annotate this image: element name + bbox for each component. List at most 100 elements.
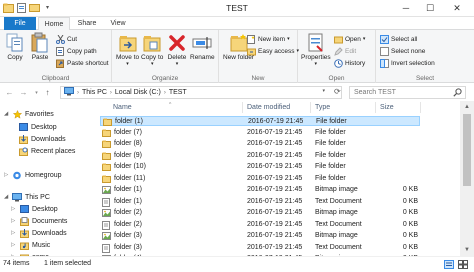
- address-bar[interactable]: › This PC › Local Disk (C:) › TEST ▾: [60, 86, 342, 99]
- scrollbar-thumb[interactable]: [463, 114, 471, 186]
- collapse-icon[interactable]: ◢: [4, 111, 9, 117]
- expand-icon[interactable]: ▷: [11, 206, 16, 212]
- scroll-up-icon[interactable]: ▲: [460, 101, 474, 113]
- column-header-name[interactable]: Name: [113, 101, 132, 114]
- close-button[interactable]: ✕: [442, 0, 472, 16]
- tab-file[interactable]: File: [4, 17, 36, 30]
- copy-to-icon: [142, 32, 162, 53]
- organize-group: Move to ▾ Copy to ▾ Delete ▾ Rename Orga…: [112, 30, 219, 83]
- select-all-button[interactable]: Select all: [380, 34, 417, 44]
- up-arrow-icon[interactable]: ↑: [42, 87, 53, 98]
- nav-favorites[interactable]: ◢ Favorites: [4, 109, 54, 119]
- column-divider[interactable]: [420, 102, 421, 113]
- select-group: Select all Select none Invert selection …: [376, 30, 474, 83]
- search-input[interactable]: Search TEST: [349, 86, 466, 99]
- file-date: 2016-07-19 21:45: [247, 174, 303, 182]
- column-header-date[interactable]: Date modified: [247, 101, 290, 114]
- column-divider[interactable]: [310, 102, 311, 113]
- expand-icon[interactable]: ▷: [4, 172, 9, 178]
- minimize-button[interactable]: ─: [394, 0, 418, 16]
- nav-homegroup[interactable]: ▷ Homegroup: [4, 170, 62, 180]
- ribbon: Copy Paste Cut Copy path Paste shortcut: [0, 30, 474, 83]
- breadcrumb-disk[interactable]: Local Disk (C:): [115, 89, 161, 96]
- select-none-button[interactable]: Select none: [380, 46, 425, 56]
- column-divider[interactable]: [242, 102, 243, 113]
- new-item-button[interactable]: New item ▾: [247, 34, 290, 44]
- table-row[interactable]: folder (11) 2016-07-19 21:45 File folder: [100, 174, 420, 184]
- rename-button[interactable]: Rename: [190, 32, 215, 61]
- paste-button[interactable]: Paste: [30, 32, 50, 61]
- column-divider[interactable]: [375, 102, 376, 113]
- file-type: File folder: [315, 140, 346, 147]
- copy-button[interactable]: Copy: [5, 32, 25, 61]
- file-name: folder (7): [114, 128, 143, 136]
- details-view-icon[interactable]: [444, 260, 454, 269]
- back-arrow-icon[interactable]: ←: [4, 87, 15, 98]
- file-date: 2016-07-19 21:45: [247, 209, 303, 216]
- bitmap-icon: [102, 232, 111, 240]
- nav-music[interactable]: ▷ Music: [11, 240, 50, 250]
- table-row[interactable]: folder (2) 2016-07-19 21:45 Text Document 0…: [100, 220, 420, 230]
- easy-access-button[interactable]: Easy access ▾: [247, 46, 299, 56]
- nav-documents[interactable]: ▷ Documents: [11, 216, 67, 226]
- invert-selection-button[interactable]: Invert selection: [380, 58, 435, 68]
- table-row[interactable]: folder (8) 2016-07-19 21:45 File folder: [100, 139, 420, 149]
- column-header-type[interactable]: Type: [315, 101, 330, 114]
- window-controls: ─ ☐ ✕: [394, 0, 472, 16]
- nav-desktop[interactable]: Desktop: [18, 122, 57, 132]
- title-bar: ▾ TEST ─ ☐ ✕: [0, 0, 474, 17]
- table-row[interactable]: folder (1) 2016-07-19 21:45 Bitmap image 0 …: [100, 185, 420, 195]
- table-row[interactable]: folder (3) 2016-07-19 21:45 Text Document 0…: [100, 243, 420, 253]
- paste-shortcut-button[interactable]: Paste shortcut: [56, 58, 109, 68]
- vertical-scrollbar[interactable]: ▲ ▼: [460, 101, 474, 256]
- forward-arrow-icon[interactable]: →: [18, 87, 29, 98]
- breadcrumb-this-pc[interactable]: This PC: [82, 89, 107, 96]
- file-name: folder (3): [114, 243, 143, 251]
- history-button[interactable]: History: [334, 58, 365, 68]
- move-to-button[interactable]: Move to ▾: [116, 32, 139, 68]
- delete-button[interactable]: Delete ▾: [167, 32, 187, 68]
- recent-locations-icon[interactable]: ▾: [31, 87, 42, 98]
- large-icons-view-icon[interactable]: [458, 260, 468, 269]
- table-row[interactable]: folder (1) 2016-07-19 21:45 Text Document 0…: [100, 197, 420, 207]
- breadcrumb-folder[interactable]: TEST: [169, 89, 187, 96]
- table-row[interactable]: folder (1) 2016-07-19 21:45 File folder: [100, 116, 420, 126]
- properties-button[interactable]: Properties ▾: [301, 32, 331, 68]
- address-dropdown-icon[interactable]: ▾: [322, 88, 325, 94]
- open-button[interactable]: Open ▾: [334, 34, 365, 44]
- expand-icon[interactable]: ▷: [11, 218, 16, 224]
- column-header-size[interactable]: Size: [380, 101, 394, 114]
- nav-pc-desktop[interactable]: ▷ Desktop: [11, 204, 58, 214]
- tab-home[interactable]: Home: [38, 17, 70, 31]
- table-row[interactable]: folder (9) 2016-07-19 21:45 File folder: [100, 151, 420, 161]
- nav-pc-downloads[interactable]: ▷ Downloads: [11, 228, 67, 238]
- file-date: 2016-07-19 21:45: [247, 220, 303, 228]
- expand-icon[interactable]: ▷: [11, 230, 16, 236]
- maximize-button[interactable]: ☐: [418, 0, 442, 16]
- edit-button[interactable]: Edit: [334, 46, 356, 56]
- table-row[interactable]: folder (10) 2016-07-19 21:45 File folder: [100, 162, 420, 172]
- properties-dropdown-icon: ▾: [314, 61, 318, 67]
- table-row[interactable]: folder (7) 2016-07-19 21:45 File folder: [100, 128, 420, 138]
- nav-downloads[interactable]: Downloads: [18, 134, 66, 144]
- expand-icon[interactable]: ▷: [11, 242, 16, 248]
- refresh-icon[interactable]: ⟳: [334, 87, 344, 97]
- tab-share[interactable]: Share: [72, 17, 102, 30]
- nav-this-pc[interactable]: ◢ This PC: [4, 192, 50, 202]
- table-row[interactable]: folder (3) 2016-07-19 21:45 Bitmap image 0 …: [100, 231, 420, 241]
- paste-shortcut-icon: [56, 59, 65, 68]
- nav-recent-places[interactable]: Recent places: [18, 146, 75, 156]
- tab-view[interactable]: View: [104, 17, 132, 30]
- copy-path-icon: [56, 46, 65, 56]
- address-row: ← → ▾ ↑ › This PC › Local Disk (C:) › TE…: [0, 84, 474, 101]
- copy-to-button[interactable]: Copy to ▾: [141, 32, 163, 68]
- copy-path-button[interactable]: Copy path: [56, 46, 97, 56]
- scroll-down-icon[interactable]: ▼: [460, 244, 474, 256]
- table-row[interactable]: folder (2) 2016-07-19 21:45 Bitmap image 0 …: [100, 208, 420, 218]
- file-name: folder (1): [114, 197, 143, 205]
- file-type: Text Document: [315, 220, 362, 228]
- cut-button[interactable]: Cut: [56, 34, 77, 44]
- folder-icon: [103, 118, 112, 126]
- new-group-label: New: [251, 75, 265, 82]
- collapse-icon[interactable]: ◢: [4, 194, 9, 200]
